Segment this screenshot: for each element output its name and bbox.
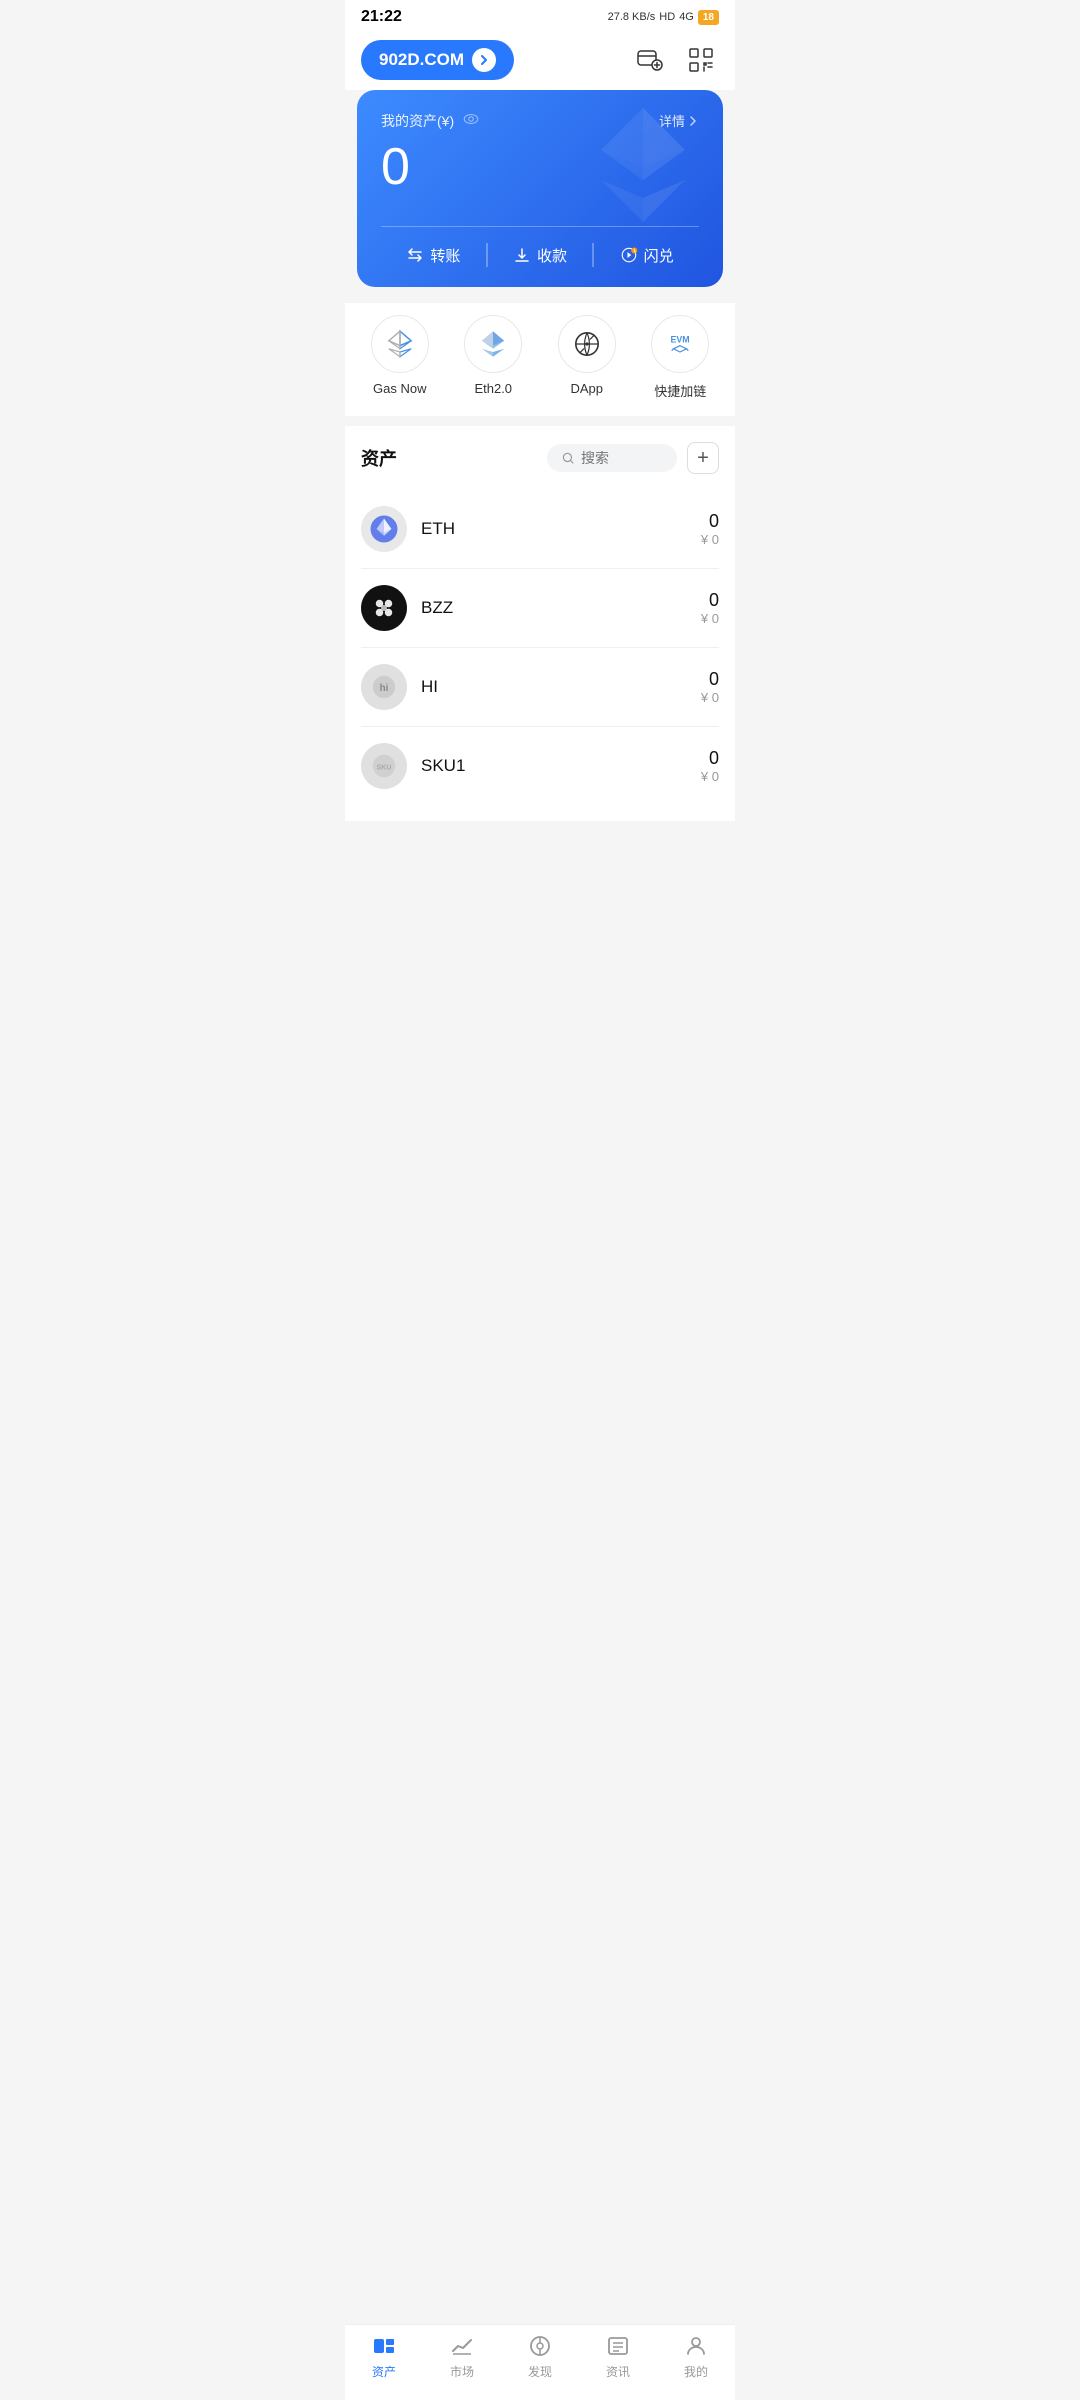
search-box[interactable] bbox=[547, 444, 677, 472]
bzz-name: BZZ bbox=[421, 598, 701, 618]
evm-label: 快捷加链 bbox=[654, 381, 706, 400]
flash-exchange-button[interactable]: 闪兑 bbox=[594, 243, 699, 267]
dapp-label: DApp bbox=[570, 381, 603, 396]
asset-detail-link[interactable]: 详情 bbox=[659, 111, 699, 130]
scan-button[interactable] bbox=[683, 42, 719, 78]
eth2-circle bbox=[464, 315, 522, 373]
asset-label: 我的资产(¥) bbox=[381, 110, 480, 131]
svg-text:EVM: EVM bbox=[671, 335, 690, 345]
sku1-values: 0 ¥ 0 bbox=[701, 748, 719, 784]
bzz-cny: ¥ 0 bbox=[701, 611, 719, 626]
hi-amount: 0 bbox=[701, 669, 719, 690]
tab-assets-label: 资产 bbox=[372, 2363, 396, 2380]
speed-indicator: 27.8 KB/s bbox=[608, 11, 656, 23]
add-asset-button[interactable]: + bbox=[687, 442, 719, 474]
eth-amount: 0 bbox=[701, 511, 719, 532]
tab-market-icon bbox=[449, 2333, 475, 2359]
receive-label: 收款 bbox=[537, 245, 567, 266]
tab-discover[interactable]: 发现 bbox=[501, 2333, 579, 2380]
status-bar: 21:22 27.8 KB/s HD 4G 18 bbox=[345, 0, 735, 30]
quick-icon-eth2[interactable]: Eth2.0 bbox=[464, 315, 522, 400]
hi-name: HI bbox=[421, 677, 701, 697]
quick-icons-section: Gas Now Eth2.0 bbox=[345, 303, 735, 416]
quick-icon-evm[interactable]: EVM 快捷加链 bbox=[651, 315, 709, 400]
bzz-values: 0 ¥ 0 bbox=[701, 590, 719, 626]
tab-assets[interactable]: 资产 bbox=[345, 2333, 423, 2380]
brand-label: 902D.COM bbox=[379, 50, 464, 70]
hi-logo: hi bbox=[361, 664, 407, 710]
asset-actions: 转账 收款 闪兑 bbox=[381, 226, 699, 267]
battery-indicator: 18 bbox=[698, 10, 719, 25]
asset-item-sku1[interactable]: SKU SKU1 0 ¥ 0 bbox=[361, 727, 719, 805]
sku1-name: SKU1 bbox=[421, 756, 701, 776]
tab-discover-icon bbox=[527, 2333, 553, 2359]
transfer-button[interactable]: 转账 bbox=[381, 243, 487, 267]
sku1-amount: 0 bbox=[701, 748, 719, 769]
bzz-amount: 0 bbox=[701, 590, 719, 611]
evm-circle: EVM bbox=[651, 315, 709, 373]
asset-item-bzz[interactable]: BZZ 0 ¥ 0 bbox=[361, 569, 719, 648]
gas-now-circle bbox=[371, 315, 429, 373]
hi-values: 0 ¥ 0 bbox=[701, 669, 719, 705]
eye-icon[interactable] bbox=[462, 110, 480, 131]
eth-logo bbox=[361, 506, 407, 552]
asset-label-text: 我的资产(¥) bbox=[381, 111, 454, 131]
svg-text:SKU: SKU bbox=[377, 765, 392, 772]
eth-name: ETH bbox=[421, 519, 701, 539]
brand-arrow-icon bbox=[472, 48, 496, 72]
tab-market[interactable]: 市场 bbox=[423, 2333, 501, 2380]
tab-assets-icon bbox=[371, 2333, 397, 2359]
assets-section: 资产 + bbox=[345, 426, 735, 821]
tab-mine-icon bbox=[683, 2333, 709, 2359]
nav-action-icons bbox=[631, 42, 719, 78]
quick-icon-gas-now[interactable]: Gas Now bbox=[371, 315, 429, 400]
eth-cny: ¥ 0 bbox=[701, 532, 719, 547]
tab-news-icon bbox=[605, 2333, 631, 2359]
top-nav: 902D.COM bbox=[345, 30, 735, 90]
tab-market-label: 市场 bbox=[450, 2363, 474, 2380]
add-wallet-button[interactable] bbox=[631, 42, 667, 78]
gas-now-label: Gas Now bbox=[373, 381, 426, 396]
transfer-label: 转账 bbox=[430, 245, 460, 266]
tab-mine[interactable]: 我的 bbox=[657, 2333, 735, 2380]
assets-header: 资产 + bbox=[361, 442, 719, 474]
receive-button[interactable]: 收款 bbox=[488, 243, 594, 267]
search-icon bbox=[561, 451, 575, 465]
hi-cny: ¥ 0 bbox=[701, 690, 719, 705]
dapp-circle bbox=[558, 315, 616, 373]
asset-item-eth[interactable]: ETH 0 ¥ 0 bbox=[361, 490, 719, 569]
tab-news-label: 资讯 bbox=[606, 2363, 630, 2380]
tab-mine-label: 我的 bbox=[684, 2363, 708, 2380]
tab-discover-label: 发现 bbox=[528, 2363, 552, 2380]
flash-label: 闪兑 bbox=[644, 245, 674, 266]
assets-search-row: + bbox=[547, 442, 719, 474]
bzz-logo bbox=[361, 585, 407, 631]
hd-badge: HD bbox=[659, 11, 675, 23]
tab-news[interactable]: 资讯 bbox=[579, 2333, 657, 2380]
brand-button[interactable]: 902D.COM bbox=[361, 40, 514, 80]
status-time: 21:22 bbox=[361, 8, 402, 26]
sku1-logo: SKU bbox=[361, 743, 407, 789]
quick-icon-dapp[interactable]: DApp bbox=[558, 315, 616, 400]
sku1-cny: ¥ 0 bbox=[701, 769, 719, 784]
search-input[interactable] bbox=[581, 450, 661, 466]
asset-item-hi[interactable]: hi HI 0 ¥ 0 bbox=[361, 648, 719, 727]
status-icons: 27.8 KB/s HD 4G 18 bbox=[608, 10, 719, 25]
bottom-tab-bar: 资产 市场 发现 bbox=[345, 2324, 735, 2400]
svg-text:hi: hi bbox=[380, 683, 389, 694]
signal-indicator: 4G bbox=[679, 11, 694, 23]
assets-title: 资产 bbox=[361, 445, 397, 471]
eth2-label: Eth2.0 bbox=[474, 381, 512, 396]
eth-values: 0 ¥ 0 bbox=[701, 511, 719, 547]
asset-card: 我的资产(¥) 详情 0 转账 bbox=[357, 90, 723, 287]
